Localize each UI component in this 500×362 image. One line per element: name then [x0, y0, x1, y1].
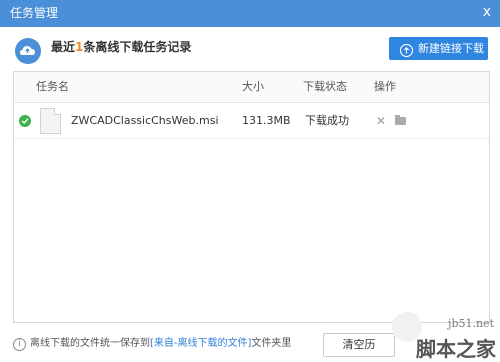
column-header-actions: 操作 — [374, 80, 396, 93]
new-link-download-button[interactable]: 新建链接下载 — [389, 37, 488, 60]
headline-suffix: 条离线下载任务记录 — [83, 40, 192, 54]
column-header-size: 大小 — [242, 80, 264, 93]
task-name: ZWCADClassicChsWeb.msi — [71, 114, 219, 127]
headline: 最近1条离线下载任务记录 — [51, 40, 191, 55]
footer-note-suffix: 文件夹里 — [251, 338, 292, 349]
info-icon: i — [13, 338, 26, 351]
clear-history-button[interactable]: 清空历 — [323, 333, 395, 357]
file-icon — [40, 108, 61, 134]
task-size: 131.3MB — [242, 114, 291, 127]
window-title: 任务管理 — [10, 6, 59, 20]
table-header: 任务名 大小 下载状态 操作 — [14, 72, 489, 103]
close-icon[interactable]: x — [483, 4, 491, 20]
folder-icon[interactable] — [395, 115, 406, 125]
task-table: 任务名 大小 下载状态 操作 ZWCADClassicChsWeb.msi 13… — [13, 71, 490, 323]
footer-note-prefix: 离线下载的文件统一保存到 — [30, 338, 150, 349]
headline-prefix: 最近 — [51, 40, 76, 54]
footer-note: 离线下载的文件统一保存到[来自-离线下载的文件]文件夹里 — [30, 338, 291, 350]
check-circle-icon — [19, 115, 31, 127]
column-header-name: 任务名 — [36, 80, 69, 93]
title-bar: 任务管理 x — [0, 0, 500, 27]
new-link-download-label: 新建链接下载 — [418, 42, 484, 55]
task-status: 下载成功 — [305, 114, 349, 127]
close-icon[interactable]: ✕ — [376, 115, 386, 127]
column-header-status: 下载状态 — [303, 80, 347, 93]
watermark-site: jb51.net — [448, 317, 494, 330]
table-row[interactable]: ZWCADClassicChsWeb.msi 131.3MB 下载成功 ✕ — [14, 103, 489, 139]
watermark-name: 脚本之家 — [416, 337, 496, 361]
cloud-upload-icon — [399, 42, 414, 58]
offline-folder-link[interactable]: [来自-离线下载的文件] — [150, 338, 251, 349]
cloud-icon — [15, 38, 41, 64]
watermark: jb51.net 脚本之家 — [392, 312, 500, 361]
